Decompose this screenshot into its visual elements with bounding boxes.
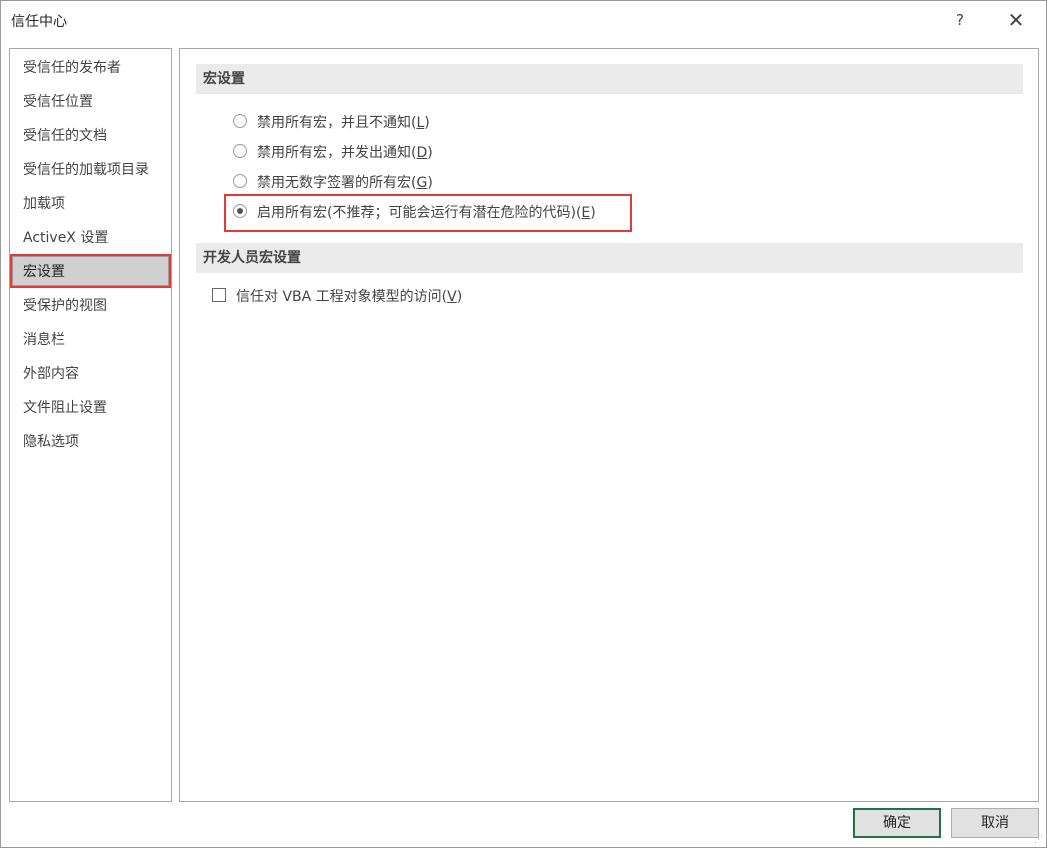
sidebar-item-message-bar[interactable]: 消息栏 bbox=[12, 325, 169, 355]
sidebar-item-trusted-locations[interactable]: 受信任位置 bbox=[12, 87, 169, 117]
sidebar-item-privacy-options[interactable]: 隐私选项 bbox=[12, 427, 169, 457]
sidebar-item-external-content[interactable]: 外部内容 bbox=[12, 359, 169, 389]
sidebar-item-trusted-addin-catalogs[interactable]: 受信任的加载项目录 bbox=[12, 155, 169, 185]
cancel-button[interactable]: 取消 bbox=[951, 808, 1039, 838]
settings-panel: 宏设置 禁用所有宏，并且不通知(L) 禁用所有宏，并发出通知(D) 禁用无数字签… bbox=[179, 48, 1039, 802]
access-key: D bbox=[416, 145, 428, 161]
radio-disable-no-notify[interactable]: 禁用所有宏，并且不通知(L) bbox=[233, 111, 430, 135]
trust-center-dialog: 信任中心 ? ✕ 受信任的发布者 受信任位置 受信任的文档 受信任的加载项目录 … bbox=[0, 0, 1047, 848]
radio-button[interactable] bbox=[233, 114, 247, 128]
sidebar-item-protected-view[interactable]: 受保护的视图 bbox=[12, 291, 169, 321]
highlight-annotation bbox=[224, 194, 632, 232]
close-icon[interactable]: ✕ bbox=[1001, 7, 1031, 33]
sidebar-item-macro-settings[interactable]: 宏设置 bbox=[12, 256, 169, 286]
sidebar-item-trusted-publishers[interactable]: 受信任的发布者 bbox=[12, 53, 169, 83]
resize-grip-icon[interactable]: ⋰ bbox=[1034, 835, 1044, 845]
dialog-title: 信任中心 bbox=[11, 14, 67, 30]
access-key: V bbox=[447, 289, 457, 305]
ok-button[interactable]: 确定 bbox=[853, 808, 941, 838]
sidebar-item-activex-settings[interactable]: ActiveX 设置 bbox=[12, 223, 169, 253]
access-key: G bbox=[416, 175, 428, 191]
access-key: L bbox=[416, 115, 425, 131]
radio-label: 禁用所有宏，并且不通知 bbox=[257, 115, 411, 131]
title-bar: 信任中心 ? ✕ bbox=[1, 1, 1046, 39]
macro-settings-header: 宏设置 bbox=[196, 64, 1023, 94]
radio-disable-with-notify[interactable]: 禁用所有宏，并发出通知(D) bbox=[233, 141, 433, 165]
radio-disable-unsigned[interactable]: 禁用无数字签署的所有宏(G) bbox=[233, 171, 433, 195]
help-icon[interactable]: ? bbox=[947, 7, 973, 33]
checkbox-label: 信任对 VBA 工程对象模型的访问 bbox=[236, 289, 442, 305]
radio-label: 禁用所有宏，并发出通知 bbox=[257, 145, 411, 161]
sidebar-item-trusted-documents[interactable]: 受信任的文档 bbox=[12, 121, 169, 151]
sidebar-nav: 受信任的发布者 受信任位置 受信任的文档 受信任的加载项目录 加载项 Activ… bbox=[9, 48, 172, 802]
radio-button[interactable] bbox=[233, 144, 247, 158]
trust-vba-access-checkbox[interactable]: 信任对 VBA 工程对象模型的访问(V) bbox=[212, 285, 462, 309]
radio-label: 禁用无数字签署的所有宏 bbox=[257, 175, 411, 191]
checkbox[interactable] bbox=[212, 288, 226, 302]
sidebar-item-addins[interactable]: 加载项 bbox=[12, 189, 169, 219]
radio-button[interactable] bbox=[233, 174, 247, 188]
developer-settings-header: 开发人员宏设置 bbox=[196, 243, 1023, 273]
sidebar-item-file-block-settings[interactable]: 文件阻止设置 bbox=[12, 393, 169, 423]
